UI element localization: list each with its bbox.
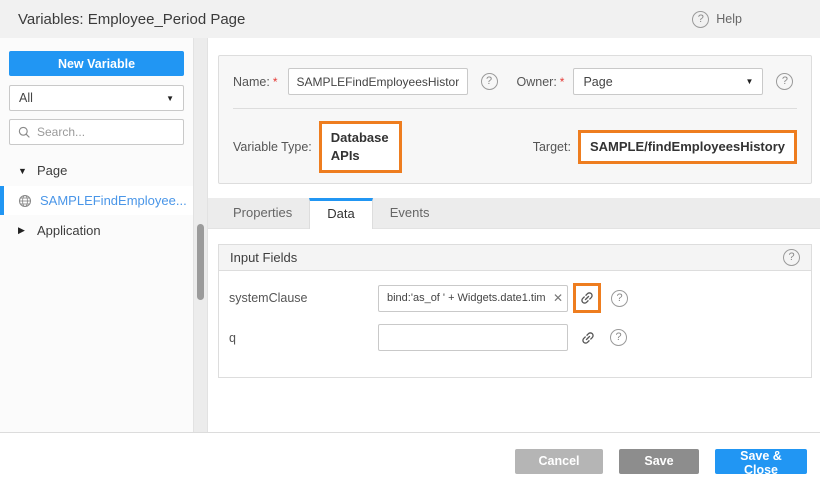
scrollbar-thumb[interactable] [197,224,204,300]
name-label: Name: [233,75,270,89]
required-marker: * [273,75,278,89]
variable-type-label: Variable Type: [233,140,312,154]
help-button[interactable]: ? Help [692,11,742,28]
service-variable-icon [18,194,32,208]
tree-node-page-label: Page [37,163,67,178]
tree-node-application-label: Application [37,223,101,238]
name-input[interactable] [288,68,468,95]
help-icon: ? [692,11,709,28]
link-icon [576,287,599,310]
name-owner-row: Name: * ? Owner: * Page ▼ ? [233,68,797,95]
dialog-footer: Cancel Save Save & Close [0,433,820,489]
save-button[interactable]: Save [619,449,699,474]
target-value: SAMPLE/findEmployeesHistory [590,139,785,154]
caret-right-icon: ▶ [18,225,28,236]
search-icon [18,126,31,139]
variable-filter-select[interactable]: All ▼ [9,85,184,111]
tab-data[interactable]: Data [309,198,372,229]
variable-editor: Name: * ? Owner: * Page ▼ ? Variable Typ… [208,38,820,432]
type-target-row: Variable Type: Database APIs Target: SAM… [233,121,797,173]
sidebar: New Variable All ▼ ▼ Page [0,38,193,432]
tab-bar: Properties Data Events [208,198,820,229]
q-help-icon[interactable]: ? [610,329,627,346]
field-row-systemclause: systemClause ✕ ? [229,283,801,313]
tree-item-selected-variable[interactable]: SAMPLEFindEmployee... [0,186,193,215]
bind-link-button-highlighted[interactable] [573,283,601,313]
new-variable-button[interactable]: New Variable [9,51,184,76]
page-title: Variables: Employee_Period Page [18,11,245,28]
systemclause-input[interactable] [378,285,568,312]
target-highlight: SAMPLE/findEmployeesHistory [578,130,797,164]
divider [233,108,797,109]
systemclause-label: systemClause [229,291,378,305]
chevron-down-icon: ▼ [166,94,174,103]
input-fields-section: Input Fields ? systemClause ✕ [218,244,812,378]
variable-tree: ▼ Page SAMPLEFindEmployee... [0,157,193,244]
field-row-q: q ? [229,324,801,351]
required-marker: * [560,75,565,89]
target-label: Target: [533,140,571,154]
bind-link-button[interactable] [576,326,600,350]
systemclause-input-wrap: ✕ [378,285,568,312]
name-help-icon[interactable]: ? [481,73,498,90]
input-fields-header: Input Fields ? [218,244,812,271]
dialog-body: New Variable All ▼ ▼ Page [0,38,820,433]
owner-label: Owner: [517,75,557,89]
scrollbar-track[interactable] [193,38,208,432]
cancel-button[interactable]: Cancel [515,449,603,474]
clear-binding-icon[interactable]: ✕ [553,291,563,305]
search-input[interactable] [37,125,175,139]
help-label: Help [716,12,742,26]
save-and-close-button[interactable]: Save & Close [715,449,807,474]
tree-item-variable-label: SAMPLEFindEmployee... [40,193,187,208]
owner-value: Page [583,75,612,89]
tab-properties[interactable]: Properties [216,198,309,228]
variable-meta-panel: Name: * ? Owner: * Page ▼ ? Variable Typ… [218,55,812,184]
owner-help-icon[interactable]: ? [776,73,793,90]
variables-dialog: Variables: Employee_Period Page ? Help N… [0,0,820,489]
variable-type-value: Database APIs [331,130,389,163]
q-input[interactable] [378,324,568,351]
variable-filter-value: All [19,91,33,105]
systemclause-help-icon[interactable]: ? [611,290,628,307]
variable-type-highlight: Database APIs [319,121,402,173]
owner-select[interactable]: Page ▼ [573,68,763,95]
tree-node-application[interactable]: ▶ Application [0,217,193,244]
search-box[interactable] [9,119,184,145]
dialog-header: Variables: Employee_Period Page ? Help [0,0,820,38]
caret-down-icon: ▼ [18,166,28,176]
input-fields-help-icon[interactable]: ? [783,249,800,266]
input-fields-title: Input Fields [230,250,297,265]
chevron-down-icon: ▼ [746,77,754,86]
link-icon [577,326,600,349]
input-fields-body: systemClause ✕ ? q [218,271,812,378]
tab-events[interactable]: Events [373,198,447,228]
q-label: q [229,331,378,345]
q-input-wrap [378,324,568,351]
tree-node-page[interactable]: ▼ Page [0,157,193,184]
